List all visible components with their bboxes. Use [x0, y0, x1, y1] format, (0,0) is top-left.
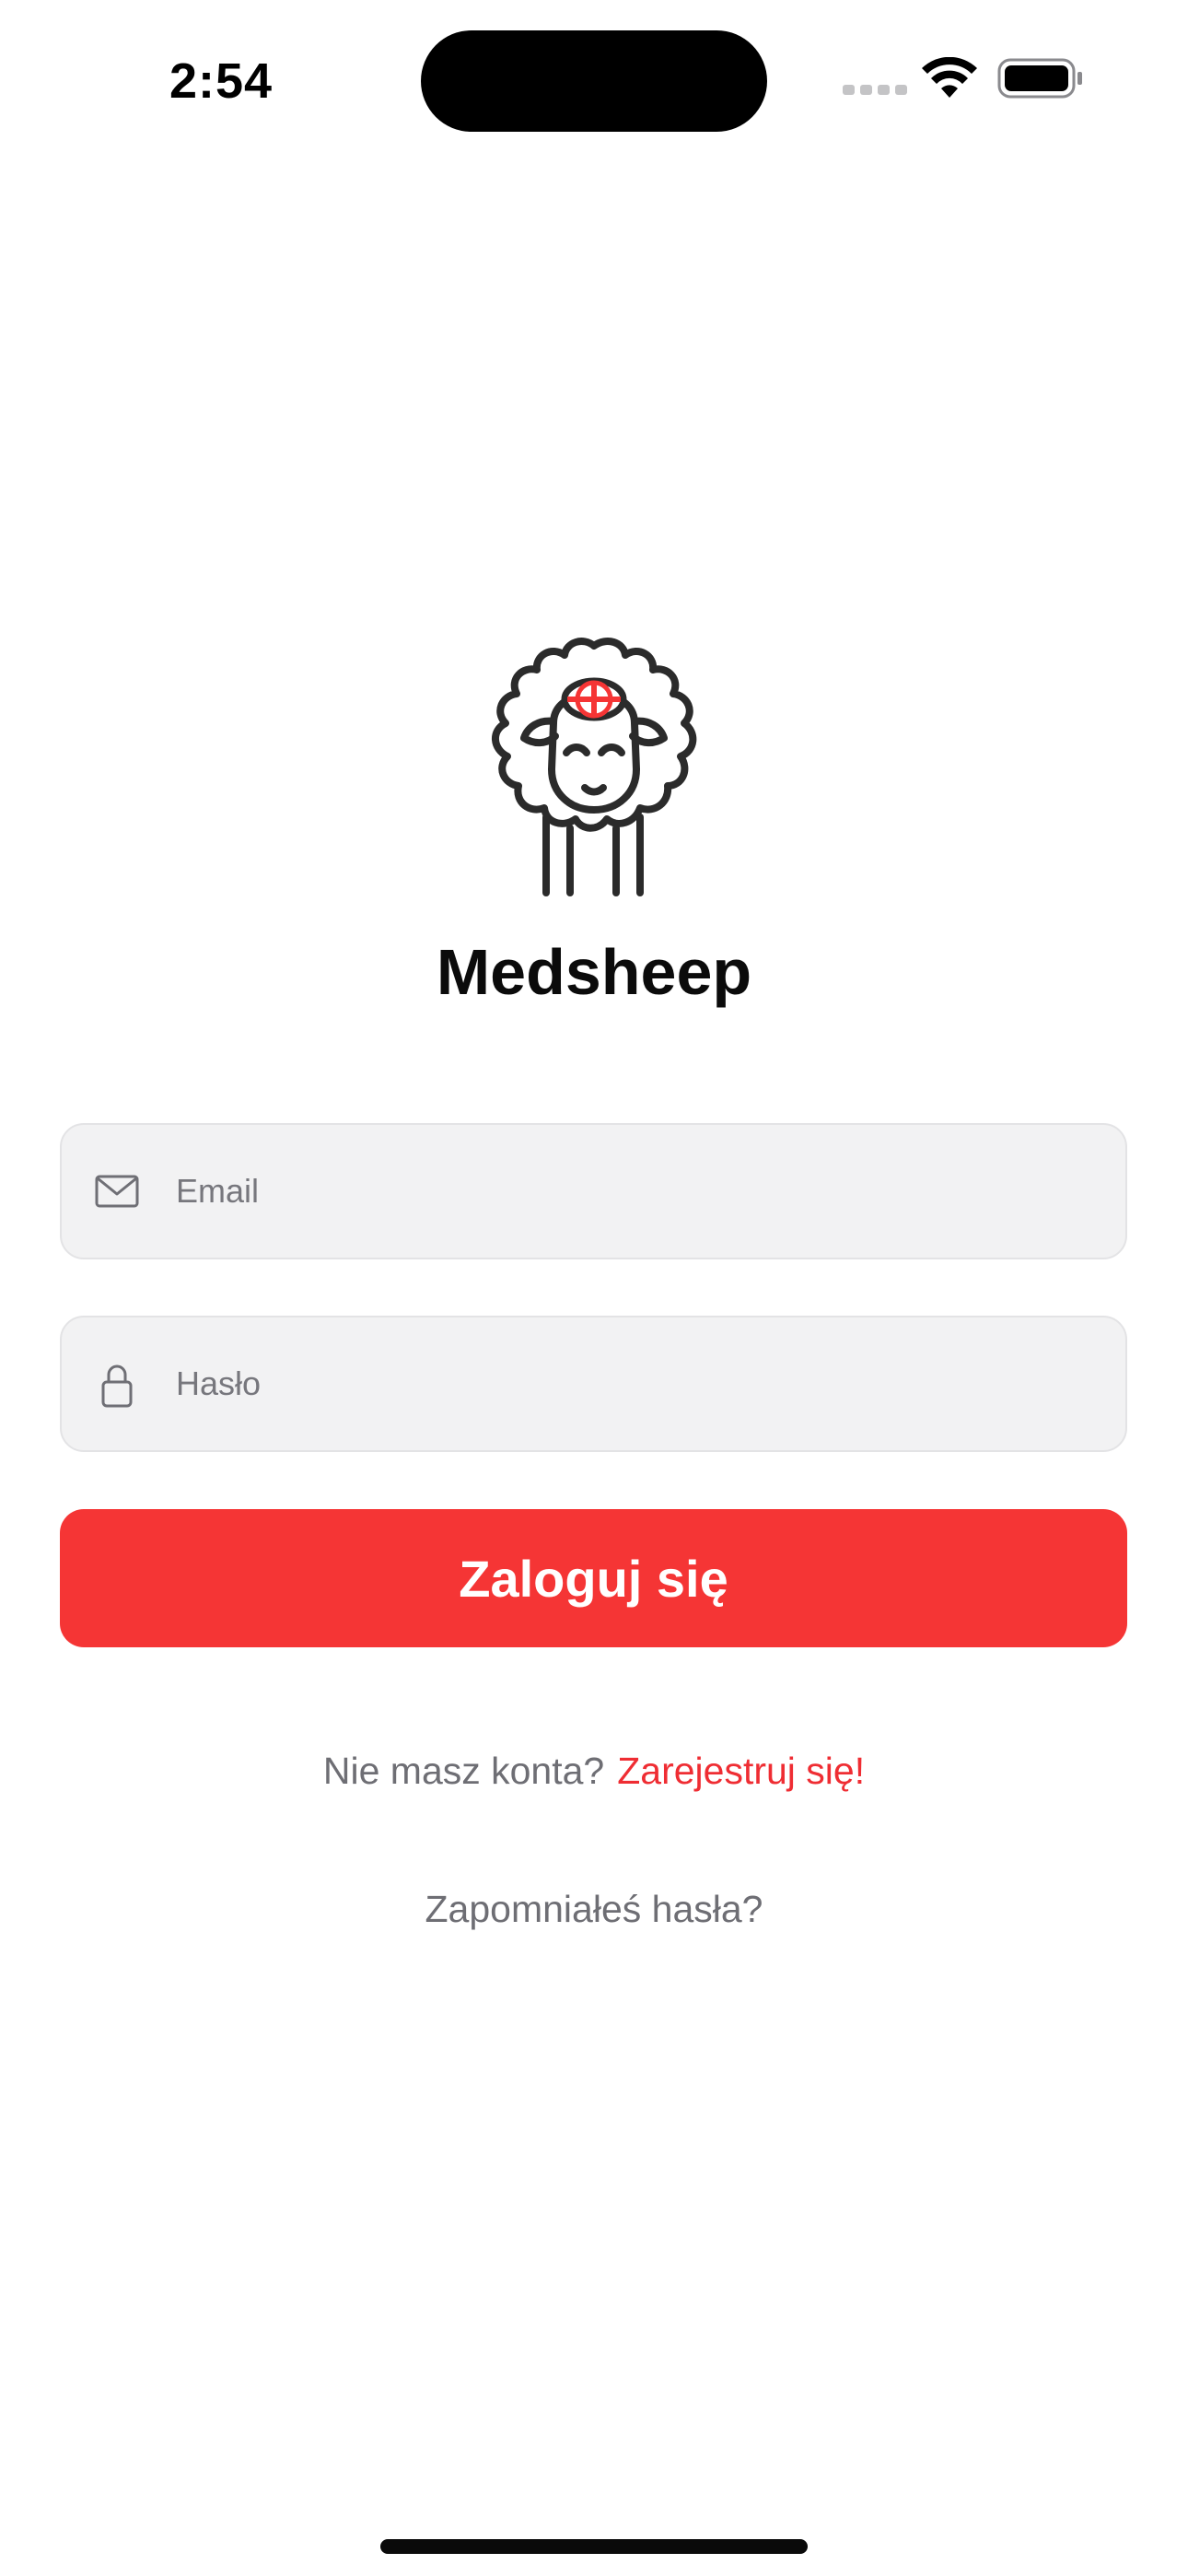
envelope-icon	[95, 1175, 139, 1208]
lock-icon	[101, 1364, 133, 1408]
register-row: Nie masz konta? Zarejestruj się!	[0, 1743, 1188, 1798]
app-title: Medsheep	[436, 936, 752, 1008]
email-field[interactable]	[172, 1125, 1106, 1258]
status-time: 2:54	[169, 53, 274, 109]
forgot-password-link[interactable]: Zapomniałeś hasła?	[0, 1881, 1188, 1937]
login-button[interactable]: Zaloguj się	[60, 1509, 1127, 1647]
wifi-icon	[922, 57, 977, 98]
email-field-container[interactable]	[60, 1123, 1127, 1259]
dynamic-island	[421, 30, 767, 132]
register-prompt: Nie masz konta?	[322, 1750, 605, 1792]
home-indicator[interactable]	[380, 2539, 808, 2554]
battery-icon	[997, 58, 1082, 99]
sheep-logo-icon	[492, 638, 697, 896]
password-field[interactable]	[172, 1317, 1106, 1450]
password-field-container[interactable]	[60, 1316, 1127, 1452]
cellular-signal-icon	[843, 85, 907, 98]
register-link[interactable]: Zarejestruj się!	[617, 1750, 865, 1792]
status-bar: 2:54	[0, 0, 1188, 157]
